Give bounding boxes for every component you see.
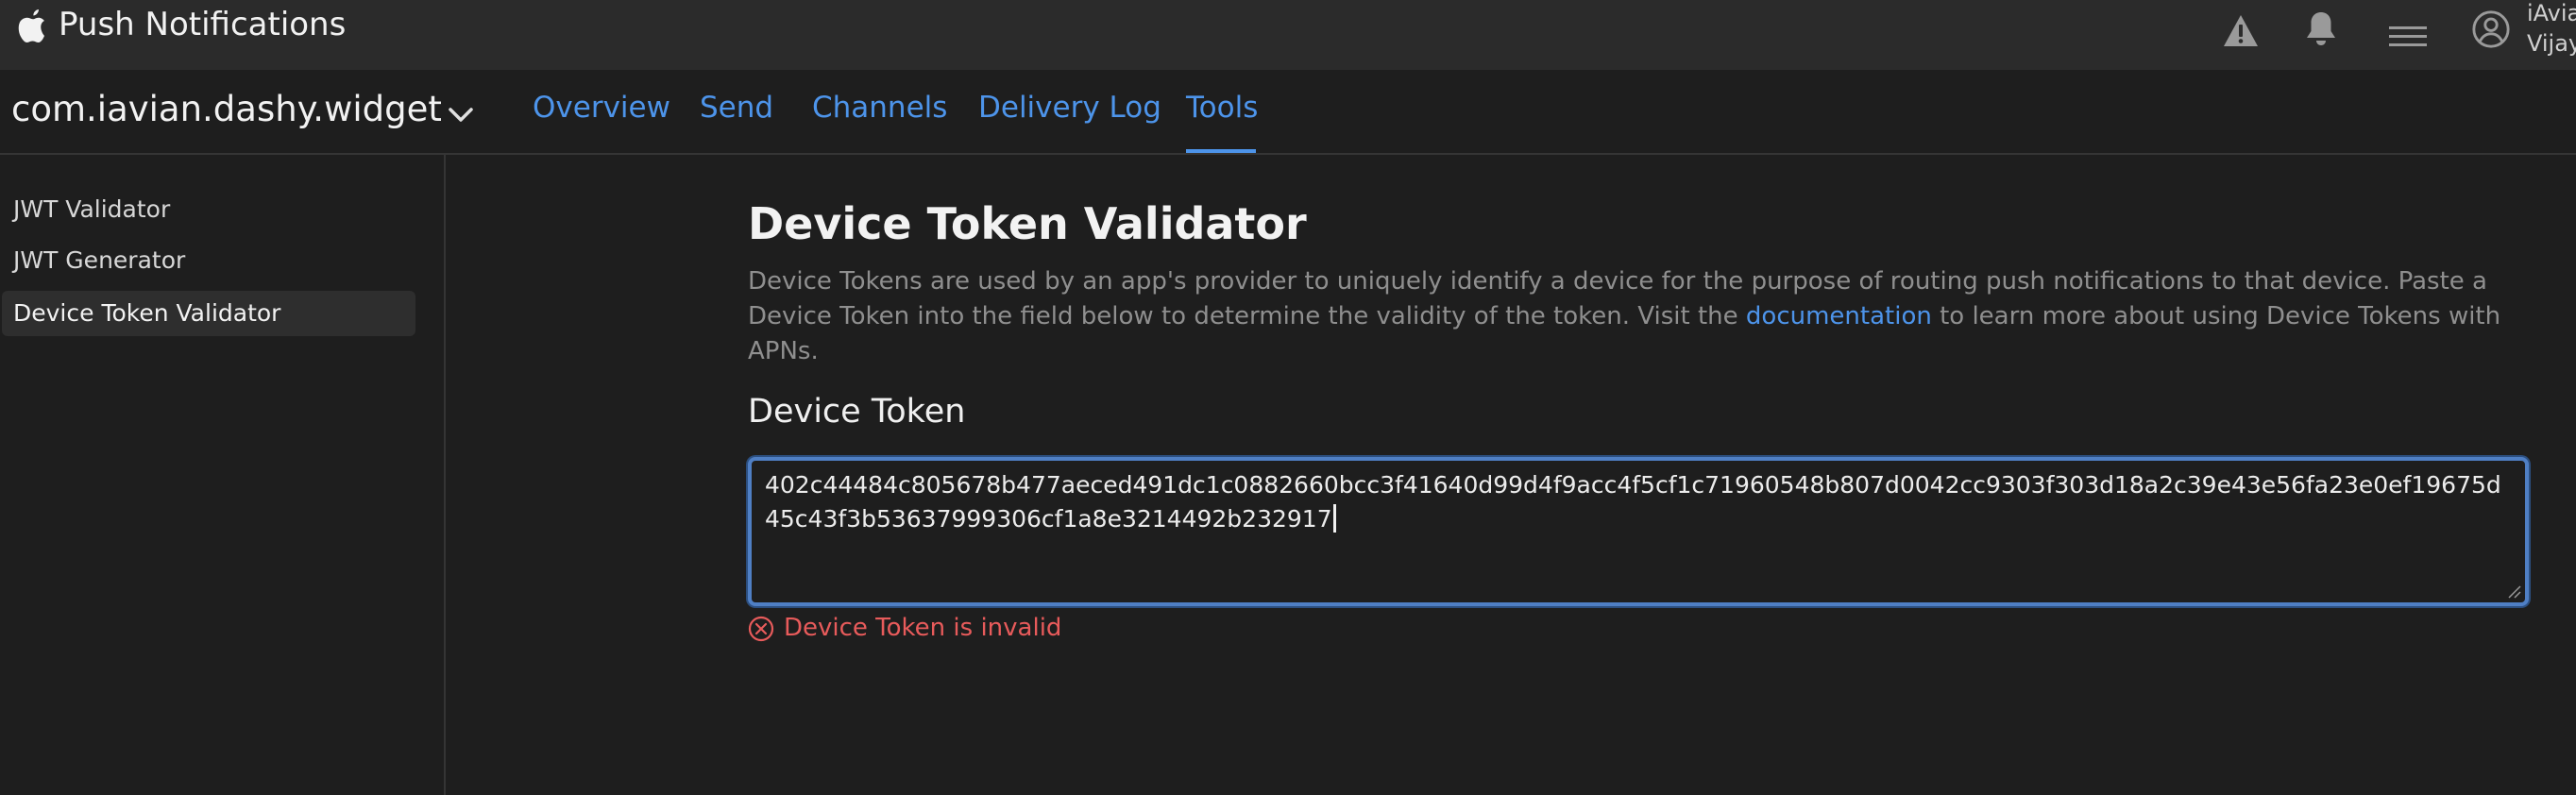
tab-overview[interactable]: Overview — [533, 91, 670, 125]
page-description: Device Tokens are used by an app's provi… — [748, 264, 2542, 369]
tools-sidebar: JWT Validator JWT Generator Device Token… — [0, 155, 446, 795]
resize-handle-icon[interactable] — [2506, 584, 2521, 599]
sidebar-item-device-token-validator[interactable]: Device Token Validator — [2, 291, 415, 336]
error-message: Device Token is invalid — [784, 614, 1062, 642]
bell-icon[interactable] — [2304, 9, 2338, 49]
warning-icon[interactable] — [2221, 11, 2261, 51]
top-bar: Push Notifications iAvia Vijay — [0, 0, 2576, 70]
tab-tools[interactable]: Tools — [1186, 91, 1258, 125]
sidebar-item-jwt-generator[interactable]: JWT Generator — [2, 238, 415, 283]
sidebar-item-jwt-validator[interactable]: JWT Validator — [2, 187, 415, 232]
tab-delivery-log[interactable]: Delivery Log — [978, 91, 1161, 125]
active-tab-indicator — [1186, 149, 1256, 153]
menu-icon[interactable] — [2389, 17, 2427, 57]
app-nav-bar: com.iavian.dashy.widget Overview Send Ch… — [0, 70, 2576, 155]
apple-logo[interactable] — [13, 8, 51, 49]
tab-channels[interactable]: Channels — [812, 91, 947, 125]
app-title: Push Notifications — [59, 6, 347, 43]
text-caret — [1332, 504, 1336, 533]
device-token-value: 402c44484c805678b477aeced491dc1c0882660b… — [765, 471, 2501, 533]
chevron-down-icon[interactable] — [444, 98, 478, 132]
error-circle-x-icon — [748, 616, 774, 642]
tab-send[interactable]: Send — [700, 91, 773, 125]
user-name[interactable]: iAvia — [2527, 0, 2576, 26]
page-title: Device Token Validator — [748, 198, 1307, 249]
user-circle-icon[interactable] — [2470, 9, 2512, 49]
device-token-label: Device Token — [748, 393, 966, 431]
documentation-link[interactable]: documentation — [1746, 302, 1932, 330]
device-token-input[interactable]: 402c44484c805678b477aeced491dc1c0882660b… — [748, 457, 2529, 606]
bundle-id-selector[interactable]: com.iavian.dashy.widget — [11, 89, 442, 129]
user-subtitle[interactable]: Vijay — [2527, 30, 2576, 57]
